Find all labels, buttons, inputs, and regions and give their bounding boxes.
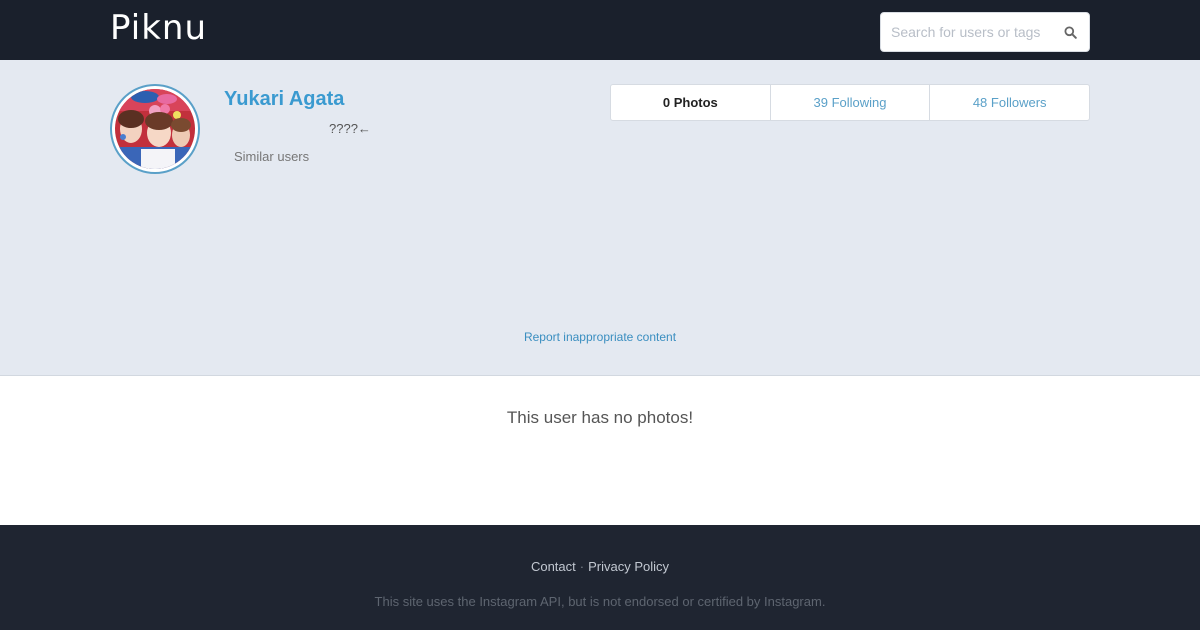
search-button[interactable] (1051, 13, 1089, 51)
photo-content: This user has no photos! (0, 376, 1200, 525)
followers-count[interactable]: 48 Followers (929, 85, 1089, 120)
profile-bio: ????← (329, 121, 371, 136)
following-count[interactable]: 39 Following (769, 85, 930, 120)
empty-photos-message: This user has no photos! (506, 408, 694, 427)
report-link[interactable]: Report inappropriate content (0, 330, 1200, 344)
profile-photo (115, 89, 195, 169)
privacy-policy-link[interactable]: Privacy Policy (588, 559, 669, 574)
profile-section: Yukari Agata ????← Similar users 0 Photo… (0, 60, 1200, 376)
search-box (880, 12, 1090, 52)
footer-links: Contact · Privacy Policy (0, 559, 1200, 574)
avatar[interactable] (110, 84, 200, 174)
search-input[interactable] (881, 13, 1053, 51)
footer-disclaimer: This site uses the Instagram API, but is… (374, 594, 826, 609)
top-bar: Piknu (0, 0, 1200, 60)
search-icon (1064, 26, 1077, 39)
contact-link[interactable]: Contact (531, 559, 576, 574)
photos-count[interactable]: 0 Photos (611, 85, 770, 120)
profile-stats: 0 Photos 39 Following 48 Followers (610, 84, 1090, 121)
footer: Contact · Privacy Policy This site uses th… (0, 525, 1200, 630)
footer-separator: · (579, 559, 585, 574)
profile-name[interactable]: Yukari Agata (224, 88, 344, 111)
site-logo[interactable]: Piknu (110, 8, 207, 48)
similar-users-link[interactable]: Similar users (234, 149, 309, 164)
